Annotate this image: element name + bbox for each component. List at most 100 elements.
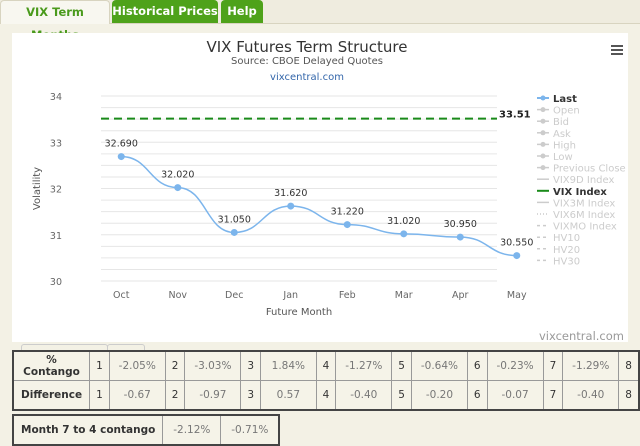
contango-value: -2.05% <box>108 350 166 381</box>
data-label: 30.950 <box>444 219 477 230</box>
contango-value: -0.23% <box>486 350 544 381</box>
x-tick-label: Dec <box>225 290 243 301</box>
difference-value: -0.97 <box>184 380 242 411</box>
month-number: 7 <box>542 380 564 411</box>
x-tick-label: Jan <box>282 290 298 301</box>
month-number: 6 <box>466 350 488 381</box>
row-label: % Contango <box>12 350 91 381</box>
x-tick-label: Feb <box>339 290 356 301</box>
row-label: Difference <box>12 380 91 411</box>
contango-value: -3.03% <box>184 350 242 381</box>
data-point <box>400 230 408 238</box>
contango-table: % Contango 1 -2.05% 2 -3.03% 3 1.84% 4 -1.27% 5 -0… <box>12 350 640 411</box>
chart-title: VIX Futures Term Structure <box>207 38 408 56</box>
month-number: 2 <box>164 350 186 381</box>
legend-marker <box>540 153 546 159</box>
tab-vix-term-months[interactable]: VIX Term Months <box>0 0 110 42</box>
month-number: 8 <box>618 350 640 381</box>
data-point <box>343 221 351 229</box>
legend-item[interactable]: VIXMO Index <box>553 222 617 233</box>
legend-marker <box>540 130 546 136</box>
legend-item[interactable]: Last <box>553 94 577 105</box>
data-point <box>230 228 238 236</box>
month74-label: Month 7 to 4 contango <box>12 414 164 446</box>
month-number: 7 <box>542 350 564 381</box>
tab-help[interactable]: Help <box>221 0 263 23</box>
contango-value: -1.29% <box>562 350 620 381</box>
legend-item[interactable]: Ask <box>553 129 571 140</box>
month-number: 3 <box>240 350 262 381</box>
legend-item[interactable]: HV30 <box>553 256 580 267</box>
x-tick-label: Apr <box>452 290 469 301</box>
legend-item[interactable]: HV20 <box>553 245 580 256</box>
data-point <box>513 252 521 260</box>
x-tick-label: May <box>507 290 527 301</box>
difference-value: -0.07 <box>486 380 544 411</box>
legend-item[interactable]: HV10 <box>553 233 580 244</box>
data-label: 31.220 <box>331 207 364 218</box>
legend-marker <box>540 165 546 171</box>
difference-value: 0.57 <box>260 380 317 411</box>
legend-item[interactable]: Previous Close <box>553 164 626 175</box>
hamburger-bar <box>611 49 623 51</box>
data-point <box>117 153 125 161</box>
chart-subtitle: Source: CBOE Delayed Quotes <box>231 56 383 67</box>
data-point <box>456 233 464 241</box>
data-label: 32.020 <box>161 170 194 181</box>
month-number: 3 <box>240 380 262 411</box>
chart-card: VIX Futures Term Structure Source: CBOE D… <box>12 33 628 367</box>
difference-value: -0.67 <box>108 380 166 411</box>
legend-marker <box>540 107 546 113</box>
legend-item[interactable]: VIX9D Index <box>553 175 614 186</box>
x-tick-label: Nov <box>168 290 187 301</box>
month-number: 6 <box>466 380 488 411</box>
month-number: 4 <box>315 350 337 381</box>
data-point <box>287 202 295 210</box>
y-axis-label: Volatility <box>32 167 43 210</box>
y-tick-label: 33 <box>50 138 62 149</box>
legend-item[interactable]: Low <box>553 152 573 163</box>
month7-4-table: Month 7 to 4 contango -2.12% -0.71% <box>12 414 281 446</box>
hamburger-bar <box>611 53 623 55</box>
legend-item[interactable]: Open <box>553 106 580 117</box>
month-number: 4 <box>315 380 337 411</box>
tab-bar: VIX Term Months Historical Prices Help <box>0 0 640 42</box>
data-point <box>174 184 182 192</box>
y-tick-label: 31 <box>50 231 62 242</box>
tab-historical-prices[interactable]: Historical Prices <box>112 0 218 23</box>
data-label: 31.050 <box>218 214 251 225</box>
month-number: 8 <box>618 380 640 411</box>
legend-item[interactable]: VIX Index <box>553 187 607 198</box>
y-tick-label: 30 <box>50 277 62 288</box>
y-tick-label: 32 <box>50 185 62 196</box>
contango-value: 1.84% <box>260 350 317 381</box>
month-number: 2 <box>164 380 186 411</box>
legend-item[interactable]: VIX3M Index <box>553 198 615 209</box>
data-label: 30.550 <box>500 238 533 249</box>
legend-item[interactable]: VIX6M Index <box>553 210 615 221</box>
term-structure-chart: VIX Futures Term StructureSource: CBOE D… <box>32 38 626 343</box>
contango-value: -0.64% <box>410 350 468 381</box>
y-tick-label: 34 <box>50 92 62 103</box>
vix-index-label: 33.51 <box>499 110 531 121</box>
data-label: 31.620 <box>274 188 307 199</box>
legend-item[interactable]: High <box>553 140 576 151</box>
data-label: 31.020 <box>387 216 420 227</box>
legend-marker <box>540 141 546 147</box>
legend-item[interactable]: Bid <box>553 117 569 128</box>
x-axis-label: Future Month <box>266 307 332 318</box>
x-tick-label: Mar <box>395 290 413 301</box>
difference-value: -0.40 <box>335 380 393 411</box>
legend-marker <box>540 118 546 124</box>
month-number: 1 <box>89 350 110 381</box>
month-number: 5 <box>391 350 412 381</box>
hamburger-bar <box>611 45 623 47</box>
chart-credit: vixcentral.com <box>539 329 624 342</box>
chart-link[interactable]: vixcentral.com <box>270 72 344 83</box>
x-tick-label: Oct <box>113 290 130 301</box>
month74-value: -0.71% <box>220 414 280 446</box>
contango-value: -1.27% <box>335 350 393 381</box>
month-number: 1 <box>89 380 110 411</box>
legend-marker <box>540 95 546 101</box>
month74-value: -2.12% <box>162 414 222 446</box>
